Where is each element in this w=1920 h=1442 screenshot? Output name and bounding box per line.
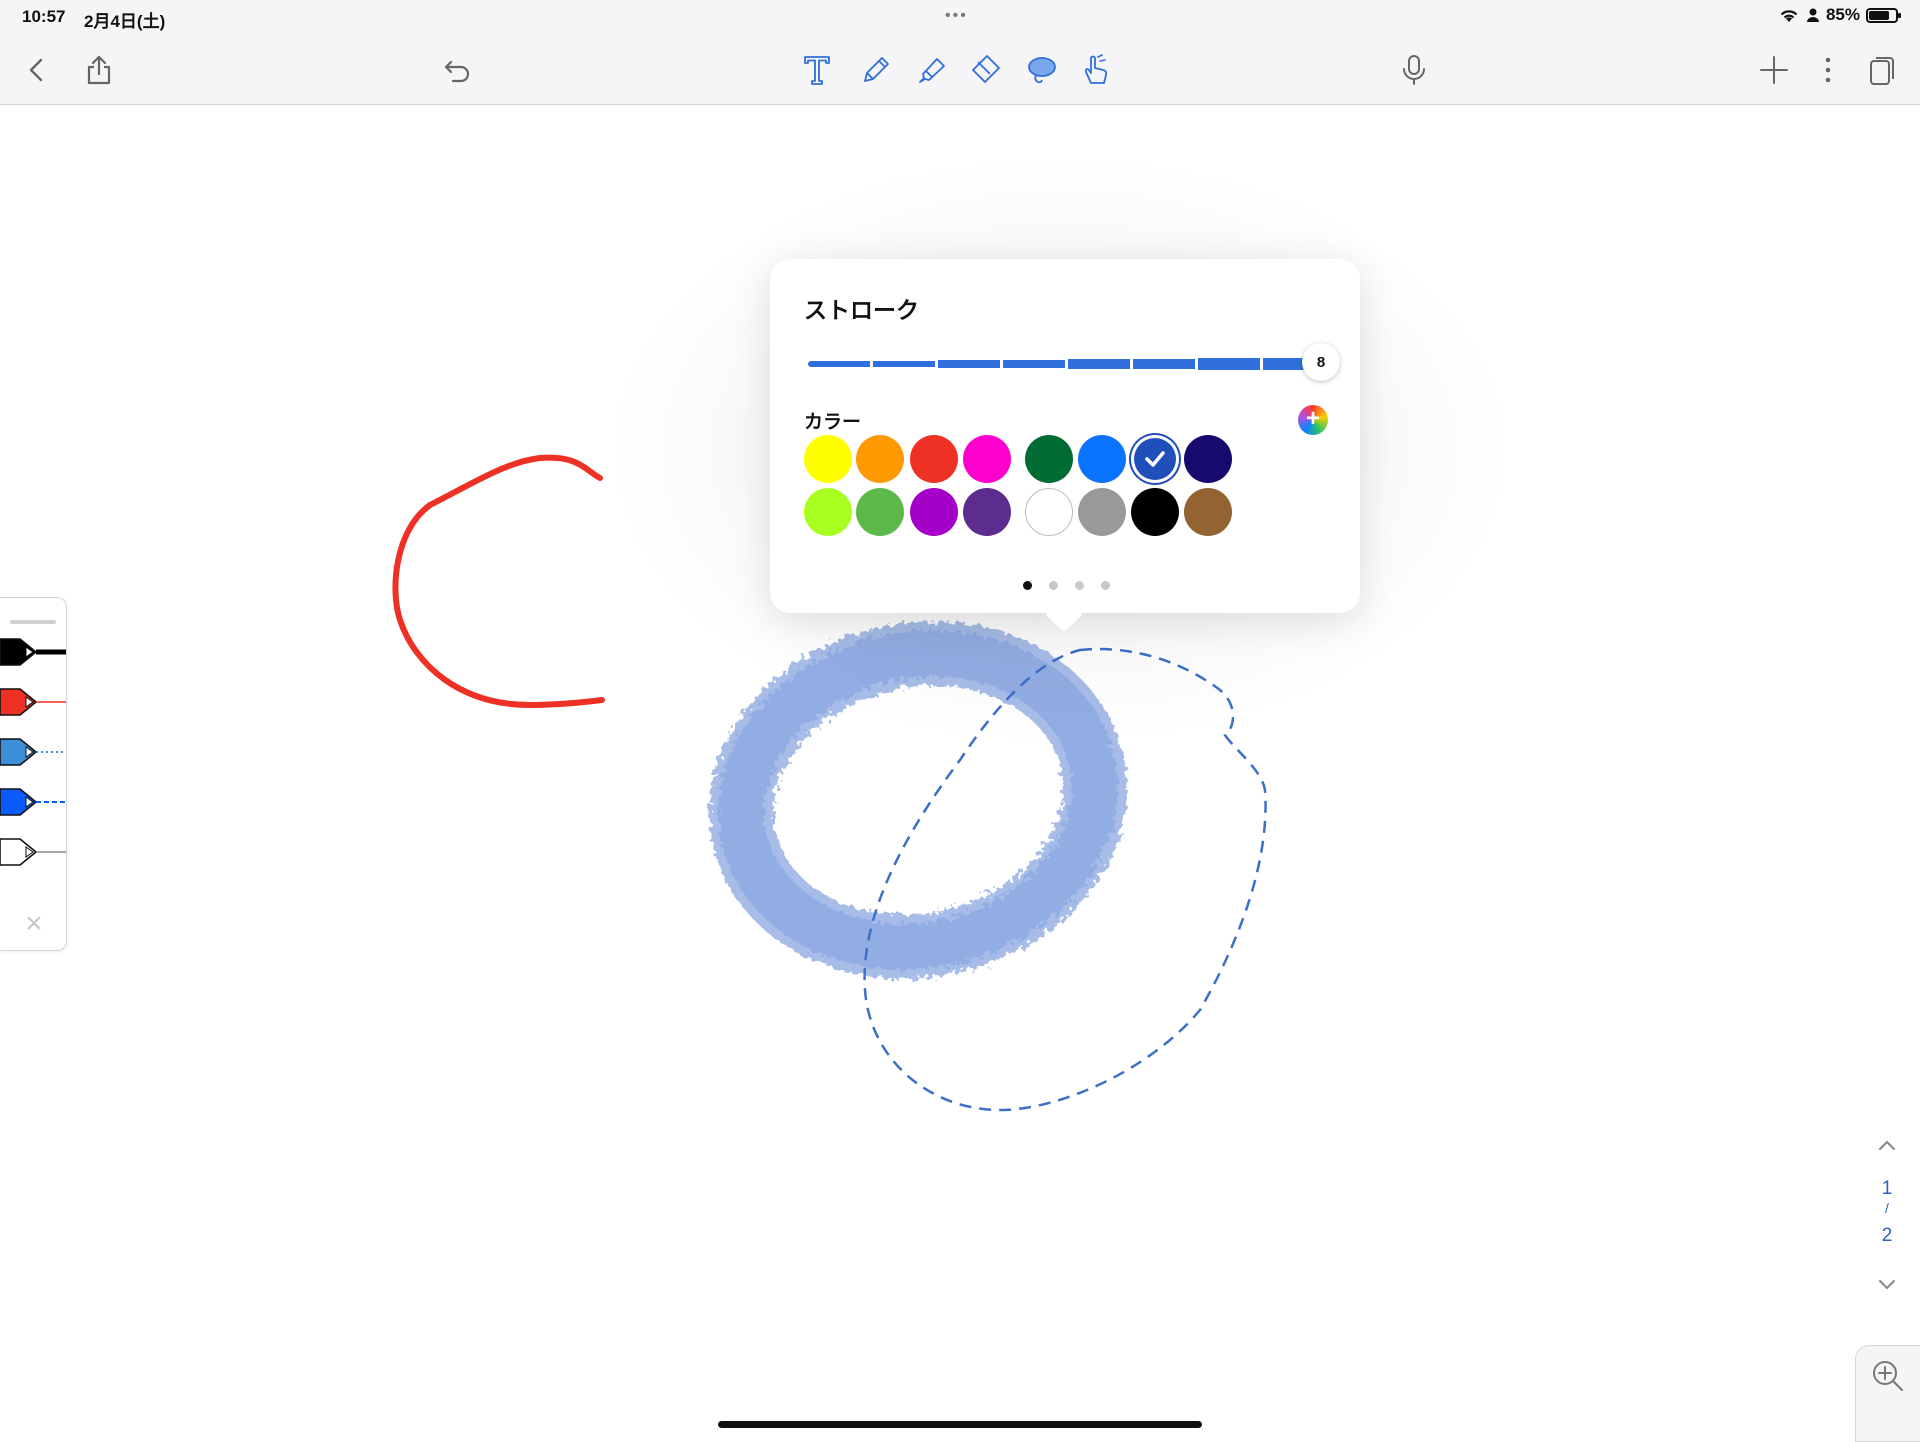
stroke-slider[interactable] — [808, 357, 1308, 371]
status-right: 85% — [1778, 5, 1901, 25]
status-date: 2月4日(土) — [84, 12, 166, 31]
palette-page-dot[interactable] — [1049, 581, 1058, 590]
slider-segment — [873, 360, 935, 368]
microphone-icon — [1403, 55, 1425, 85]
zoom-button[interactable] — [1855, 1345, 1920, 1442]
stroke-title: ストローク — [804, 297, 919, 323]
palette-page-dot[interactable] — [1075, 581, 1084, 590]
multitasking-dots[interactable]: ••• — [945, 7, 968, 25]
add-icon — [1760, 56, 1788, 84]
color-swatch[interactable] — [1025, 488, 1073, 536]
wifi-icon — [1780, 10, 1798, 22]
lasso-tool-icon — [1028, 57, 1056, 84]
battery-icon — [1866, 7, 1901, 23]
undo-button[interactable] — [438, 50, 478, 90]
color-swatch[interactable] — [1078, 488, 1126, 536]
color-swatch[interactable] — [910, 488, 958, 536]
stroke-popover: ストローク 8 カラー — [770, 259, 1360, 633]
color-swatch[interactable] — [1131, 488, 1179, 536]
color-swatch[interactable] — [1184, 435, 1232, 483]
close-icon: × — [25, 907, 43, 940]
palette-page-dot[interactable] — [1101, 581, 1110, 590]
color-swatch[interactable] — [963, 488, 1011, 536]
share-icon — [87, 55, 111, 85]
total-pages: 2 — [1881, 1225, 1893, 1246]
checkmark-icon — [1131, 435, 1179, 483]
hand-tool-icon — [1084, 54, 1108, 84]
dock-grabber[interactable] — [10, 620, 56, 624]
eraser-tool-button[interactable] — [966, 50, 1006, 90]
color-swatch[interactable] — [804, 488, 852, 536]
back-button[interactable] — [17, 50, 57, 90]
pen-dock: × — [0, 597, 67, 951]
red-pen[interactable] — [0, 682, 66, 722]
color-swatch[interactable] — [963, 435, 1011, 483]
white-pen[interactable] — [0, 832, 66, 872]
highlighter-tool-button[interactable] — [912, 50, 952, 90]
slider-segment — [808, 361, 870, 367]
color-swatch[interactable] — [804, 435, 852, 483]
pen-tool-button[interactable] — [856, 50, 896, 90]
more-icon — [1825, 57, 1831, 83]
current-page: 1 — [1881, 1178, 1893, 1199]
slider-segment — [938, 360, 1000, 368]
dock-close-button[interactable]: × — [20, 907, 48, 940]
page-separator: / — [1885, 1200, 1889, 1216]
page-down-icon[interactable] — [1872, 1270, 1902, 1300]
color-swatch[interactable] — [856, 488, 904, 536]
status-bar: 10:57 2月4日(土) ••• 85% — [0, 0, 1920, 34]
blue-pen[interactable] — [0, 782, 66, 822]
pen-tool-icon — [864, 57, 889, 82]
share-button[interactable] — [79, 50, 119, 90]
palette-page-dot[interactable] — [1023, 581, 1032, 590]
battery-percent: 85% — [1825, 5, 1860, 24]
color-title: カラー — [804, 412, 862, 433]
color-swatch[interactable] — [1078, 435, 1126, 483]
highlighter-tool-icon — [919, 58, 945, 83]
slider-segment — [1003, 359, 1065, 369]
more-button[interactable] — [1808, 50, 1848, 90]
hand-tool-button[interactable] — [1076, 50, 1116, 90]
toolbar — [0, 34, 1920, 105]
add-button[interactable] — [1754, 50, 1794, 90]
text-tool-icon — [804, 56, 830, 85]
pages-icon — [1870, 57, 1894, 85]
text-tool-button[interactable] — [797, 50, 837, 90]
slider-segment — [1198, 358, 1260, 370]
color-swatch[interactable] — [1184, 488, 1232, 536]
color-swatch[interactable] — [856, 435, 904, 483]
palette-page-dots[interactable] — [1023, 581, 1110, 590]
slider-segment — [1068, 359, 1130, 369]
undo-icon — [444, 60, 470, 83]
zoom-in-icon — [1873, 1361, 1903, 1391]
status-time: 10:57 — [22, 7, 66, 26]
black-pen[interactable] — [0, 632, 66, 672]
pages-button[interactable] — [1862, 50, 1902, 90]
slider-segment — [1133, 358, 1195, 370]
microphone-button[interactable] — [1394, 50, 1434, 90]
lasso-tool-button[interactable] — [1022, 50, 1062, 90]
back-chevron-icon — [29, 58, 43, 82]
color-swatch[interactable] — [1025, 435, 1073, 483]
home-indicator[interactable] — [718, 1421, 1202, 1428]
page-up-icon[interactable] — [1872, 1130, 1902, 1160]
color-swatch[interactable] — [1131, 435, 1179, 483]
stroke-slider-knob[interactable]: 8 — [1302, 343, 1340, 381]
person-icon — [1806, 8, 1819, 22]
color-swatch[interactable] — [910, 435, 958, 483]
light-blue-pen[interactable] — [0, 732, 66, 772]
red-stroke — [392, 454, 605, 709]
eraser-tool-icon — [972, 55, 1000, 83]
custom-color-button[interactable] — [1298, 405, 1328, 435]
battery-fill — [1869, 10, 1890, 20]
